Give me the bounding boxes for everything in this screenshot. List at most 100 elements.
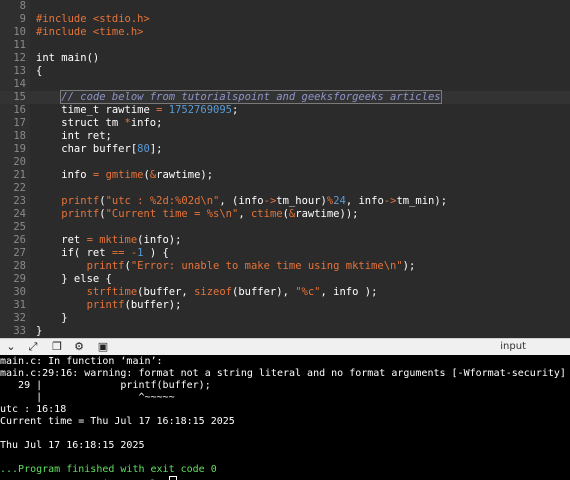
- code-line[interactable]: 33}: [0, 325, 570, 338]
- code-token: if( ret: [36, 247, 112, 259]
- code-line[interactable]: 31 printf(buffer);: [0, 299, 570, 312]
- console-line: 29 | printf(buffer);: [0, 380, 211, 392]
- console-line: utc : 16:18: [0, 404, 66, 416]
- console-line: Thu Jul 17 16:18:15 2025: [0, 440, 145, 452]
- code-line[interactable]: 12 int main(): [0, 52, 570, 65]
- code-token: ret: [36, 234, 87, 246]
- gear-icon[interactable]: ⚙: [72, 340, 86, 354]
- code-token: mktime: [99, 234, 138, 246]
- code-token: int ret;: [36, 130, 112, 142]
- line-number: 26: [13, 234, 26, 246]
- console-text: 29 | printf(buffer);: [0, 380, 211, 391]
- code-token: ctime: [250, 208, 283, 220]
- console-line: main.c:29:16: warning: format not a stri…: [0, 368, 566, 380]
- code-line[interactable]: 13 {: [0, 65, 570, 78]
- code-token: 80: [137, 143, 150, 155]
- code-token: info;: [130, 117, 163, 129]
- code-line[interactable]: 20: [0, 156, 570, 169]
- code-token: // code below from tutorialspoint and ge…: [60, 90, 442, 104]
- code-token: 1752769095: [168, 104, 232, 116]
- code-token: rawtime);: [156, 169, 214, 181]
- code-token: (buffer,: [137, 286, 195, 298]
- code-text: printf("Current time = %s\n", ctime(&raw…: [36, 208, 358, 221]
- copy-icon[interactable]: ❐: [50, 340, 64, 354]
- line-number: 18: [13, 130, 26, 142]
- code-text: info = gmtime(&rawtime);: [36, 169, 213, 182]
- line-number: 30: [13, 286, 26, 298]
- code-token: printf: [86, 260, 125, 272]
- code-line[interactable]: 8: [0, 0, 570, 13]
- stop-icon[interactable]: ▣: [96, 340, 110, 354]
- code-line[interactable]: 17 struct tm *info;: [0, 117, 570, 130]
- code-line[interactable]: 21 info = gmtime(&rawtime);: [0, 169, 570, 182]
- code-line[interactable]: 18 int ret;: [0, 130, 570, 143]
- line-number: 31: [13, 299, 26, 311]
- code-token: printf: [61, 195, 100, 207]
- code-line[interactable]: 27 if( ret == -1 ) {: [0, 247, 570, 260]
- console-text: main.c:29:16: warning: format not a stri…: [0, 368, 566, 379]
- line-number: 29: [13, 273, 26, 285]
- code-token: printf: [61, 208, 100, 220]
- code-line[interactable]: 29 } else {: [0, 273, 570, 286]
- code-line[interactable]: 19 char buffer[80];: [0, 143, 570, 156]
- code-token: (info);: [137, 234, 182, 246]
- code-text: ret = mktime(info);: [36, 234, 181, 247]
- code-line[interactable]: 26 ret = mktime(info);: [0, 234, 570, 247]
- code-token: }: [36, 325, 43, 337]
- code-text: if( ret == -1 ) {: [36, 247, 169, 260]
- code-text: #include <stdio.h>: [36, 13, 150, 26]
- expand-icon[interactable]: ⤢: [26, 340, 40, 354]
- code-text: printf("utc : %2d:%02d\n", (info->tm_hou…: [36, 195, 447, 208]
- line-number: 32: [13, 312, 26, 324]
- code-line[interactable]: 23 printf("utc : %2d:%02d\n", (info->tm_…: [0, 195, 570, 208]
- console-line: | ^~~~~~: [0, 392, 175, 404]
- code-line[interactable]: 14: [0, 78, 570, 91]
- code-token: tm_hour): [276, 195, 327, 207]
- code-line[interactable]: 22: [0, 182, 570, 195]
- code-token: int main(): [36, 52, 100, 64]
- code-line[interactable]: 9 #include <stdio.h>: [0, 13, 570, 26]
- code-token: time_t rawtime: [36, 104, 157, 116]
- code-line[interactable]: 25: [0, 221, 570, 234]
- console-text: | ^~~~~~: [0, 392, 175, 403]
- code-token: ) {: [143, 247, 169, 259]
- code-line[interactable]: 24 printf("Current time = %s\n", ctime(&…: [0, 208, 570, 221]
- code-token: "Current time = %s\n": [105, 208, 239, 220]
- code-token: ,: [238, 208, 251, 220]
- input-tab[interactable]: input: [500, 340, 526, 354]
- code-line[interactable]: 15 // code below from tutorialspoint and…: [0, 90, 570, 104]
- line-number: 9: [19, 13, 26, 25]
- code-line[interactable]: 11: [0, 39, 570, 52]
- line-number: 33: [13, 325, 26, 337]
- output-console[interactable]: main.c: In function ‘main’: main.c:29:16:…: [0, 355, 570, 480]
- chevron-down-icon[interactable]: ⌄: [4, 340, 18, 354]
- code-line[interactable]: 30 strftime(buffer, sizeof(buffer), "%c"…: [0, 286, 570, 299]
- code-editor[interactable]: 8 9 #include <stdio.h> 10 #include <time.h> 1…: [0, 0, 570, 338]
- code-token: ->: [263, 195, 277, 207]
- console-text: ...Program finished with exit code 0: [0, 464, 217, 475]
- code-line[interactable]: 28 printf("Error: unable to make time us…: [0, 260, 570, 273]
- line-number: 21: [13, 169, 26, 181]
- console-line: main.c: In function ‘main’:: [0, 356, 163, 368]
- code-line[interactable]: 32 }: [0, 312, 570, 325]
- code-line[interactable]: 10 #include <time.h>: [0, 26, 570, 39]
- code-token: #include: [36, 13, 93, 25]
- code-token: <time.h>: [92, 26, 144, 38]
- code-line[interactable]: 16 time_t rawtime = 1752769095;: [0, 104, 570, 117]
- line-number: 13: [13, 65, 26, 77]
- code-text: int ret;: [36, 130, 112, 143]
- code-text: #include <time.h>: [36, 26, 143, 39]
- code-token: rawtime));: [295, 208, 359, 220]
- line-number: 15: [13, 91, 26, 103]
- code-text: struct tm *info;: [36, 117, 162, 130]
- code-token: , info: [345, 195, 384, 207]
- console-line: ...Program finished with exit code 0: [0, 464, 217, 476]
- code-token: ->: [383, 195, 397, 207]
- console-text: Thu Jul 17 16:18:15 2025: [0, 440, 145, 451]
- code-token: "Error: unable to make time using mktime…: [130, 260, 403, 272]
